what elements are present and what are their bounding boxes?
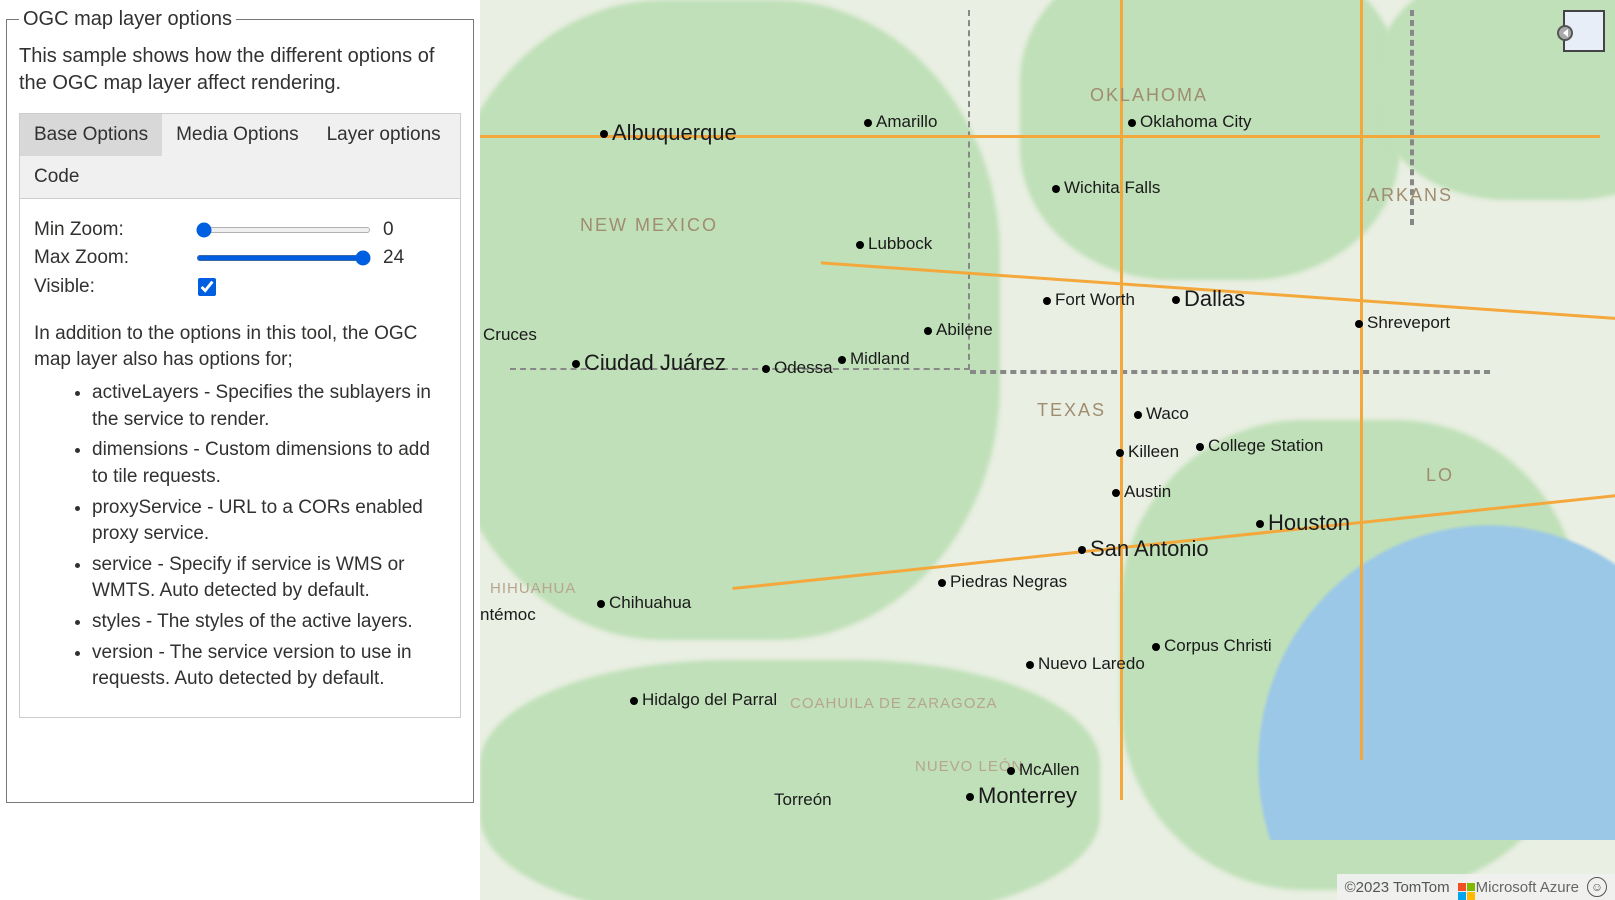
city-label: Cruces [483,325,537,345]
options-panel: OGC map layer options This sample shows … [0,0,480,900]
list-item: service - Specify if service is WMS or W… [92,552,446,605]
city-label: Odessa [762,358,833,378]
min-zoom-row: Min Zoom: 0 [34,219,446,241]
visible-label: Visible: [34,276,184,298]
additional-options-text: In addition to the options in this tool,… [34,321,446,372]
city-label: Lubbock [856,234,932,254]
visible-row: Visible: [34,275,446,299]
max-zoom-slider[interactable] [196,255,371,261]
city-label: Dallas [1172,286,1245,312]
smile-icon: ☺ [1591,880,1603,894]
state-label: TEXAS [1037,400,1106,421]
tab-content-base-options: Min Zoom: 0 Max Zoom: 24 Visible: In add… [19,198,461,718]
city-label: Fort Worth [1043,290,1135,310]
options-fieldset: OGC map layer options This sample shows … [6,8,474,803]
min-zoom-value: 0 [383,219,423,241]
list-item: dimensions - Custom dimensions to add to… [92,437,446,490]
panel-title: OGC map layer options [19,8,236,31]
state-label: LO [1426,465,1454,486]
additional-options-list: activeLayers - Specifies the sublayers i… [34,380,446,693]
chevron-left-icon [1557,25,1573,41]
panel-description: This sample shows how the different opti… [19,43,461,97]
map-label-layer: NEW MEXICO OKLAHOMA TEXAS ARKANS LO HIHUAHUA C… [480,0,1615,900]
state-label: OKLAHOMA [1090,85,1208,106]
state-label: NEW MEXICO [580,215,718,236]
city-label: San Antonio [1078,536,1209,562]
min-zoom-label: Min Zoom: [34,219,184,241]
min-zoom-slider[interactable] [196,227,371,233]
list-item: proxyService - URL to a CORs enabled pro… [92,495,446,548]
max-zoom-value: 24 [383,247,423,269]
city-label: Austin [1112,482,1171,502]
map-style-picker-button[interactable] [1563,10,1605,52]
tab-media-options[interactable]: Media Options [162,114,313,156]
city-label: Piedras Negras [938,572,1067,592]
state-label: ARKANS [1367,185,1453,206]
attribution-brand: Microsoft Azure [1476,879,1579,896]
city-label: College Station [1196,436,1323,456]
city-label: Killeen [1116,442,1179,462]
tab-layer-options[interactable]: Layer options [313,114,455,156]
feedback-button[interactable]: ☺ [1587,877,1607,897]
city-label: Hidalgo del Parral [630,690,777,710]
city-label: Albuquerque [600,120,737,146]
city-label: Corpus Christi [1152,636,1272,656]
city-label: McAllen [1007,760,1079,780]
city-label: Midland [838,349,910,369]
city-label: Oklahoma City [1128,112,1251,132]
tab-code[interactable]: Code [20,156,93,198]
visible-checkbox[interactable] [198,278,216,296]
map-canvas[interactable]: NEW MEXICO OKLAHOMA TEXAS ARKANS LO HIHUAHUA C… [480,0,1615,900]
city-label: Wichita Falls [1052,178,1160,198]
city-label: Nuevo Laredo [1026,654,1145,674]
state-label: HIHUAHUA [490,580,576,597]
list-item: styles - The styles of the active layers… [92,609,446,636]
city-label: Torreón [774,790,832,810]
microsoft-logo-icon [1458,883,1466,891]
city-label: Waco [1134,404,1189,424]
city-label: ntémoc [480,605,536,625]
tab-base-options[interactable]: Base Options [20,114,162,156]
max-zoom-label: Max Zoom: [34,247,184,269]
list-item: version - The service version to use in … [92,640,446,693]
city-label: Abilene [924,320,993,340]
city-label: Shreveport [1355,313,1450,333]
max-zoom-row: Max Zoom: 24 [34,247,446,269]
city-label: Chihuahua [597,593,691,613]
map-attribution-bar: ©2023 TomTom Microsoft Azure ☺ [1337,874,1615,900]
list-item: activeLayers - Specifies the sublayers i… [92,380,446,433]
city-label: Ciudad Juárez [572,350,726,376]
city-label: Amarillo [864,112,937,132]
attribution-tomtom: ©2023 TomTom [1345,879,1450,896]
city-label: Monterrey [966,783,1077,809]
city-label: Houston [1256,510,1350,536]
tabs-bar: Base Options Media Options Layer options… [19,113,461,198]
state-label: COAHUILA DE ZARAGOZA [790,695,998,712]
